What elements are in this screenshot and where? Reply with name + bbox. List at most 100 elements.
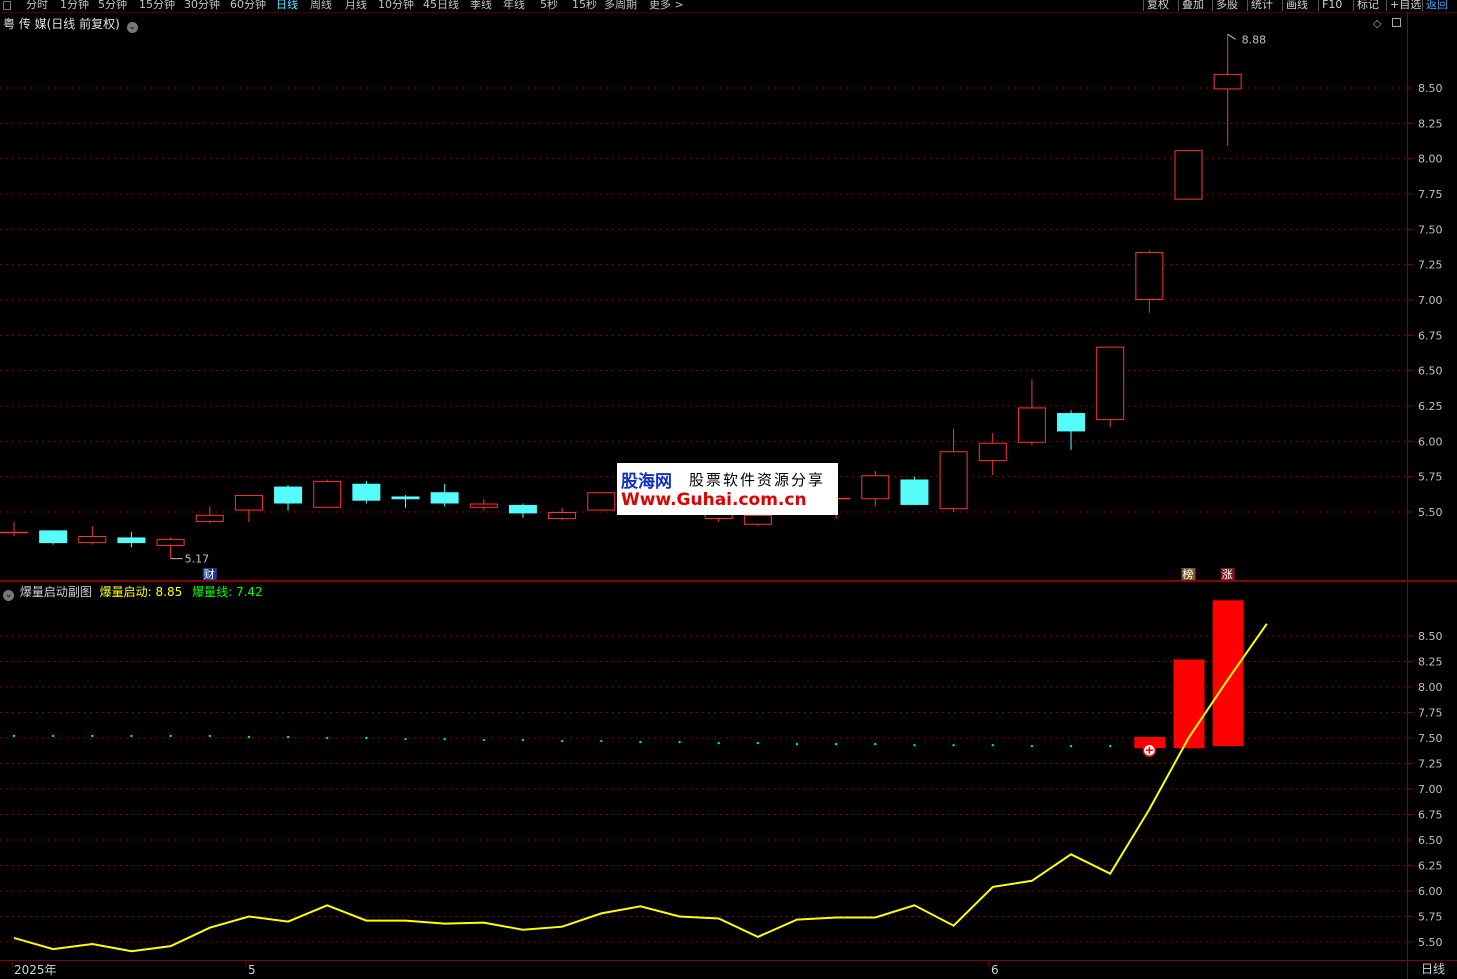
period-label[interactable]: 日线 xyxy=(1407,961,1457,979)
baoliang-line-point xyxy=(952,743,955,747)
maximize-icon[interactable] xyxy=(1392,18,1401,27)
indicator-tick-label: 6.75 xyxy=(1418,809,1443,822)
baoliang-line-point xyxy=(482,738,485,742)
indicator-tick-label: 7.50 xyxy=(1418,732,1443,745)
toolbar-button[interactable]: 标记 xyxy=(1353,0,1379,11)
baoliang-line-point xyxy=(91,734,94,738)
baoliang-line-point xyxy=(913,743,916,747)
candlestick xyxy=(978,432,1007,476)
baoliang-line-point xyxy=(678,740,681,744)
candle-body xyxy=(861,475,890,500)
candlestick xyxy=(352,480,381,504)
baoliang-line-point xyxy=(991,743,994,747)
date-label: 2025年 xyxy=(14,963,57,977)
candlestick xyxy=(1213,34,1242,146)
watermark-url: Www.Guhai.com.cn xyxy=(621,490,807,510)
period-tab[interactable]: 15秒 xyxy=(572,0,597,10)
period-tab[interactable]: 日线 xyxy=(276,0,298,10)
price-tick-label: 5.50 xyxy=(1418,506,1443,519)
baoliang-line-point xyxy=(1069,744,1073,748)
candlestick xyxy=(861,471,890,507)
candlestick xyxy=(743,513,772,527)
candlestick xyxy=(1057,410,1086,450)
period-tab[interactable]: 5秒 xyxy=(540,0,558,10)
price-tick-label: 7.00 xyxy=(1418,294,1443,307)
indicator-panel: ⌄ 爆量启动副图 爆量启动: 8.85 爆量线: 7.42 xyxy=(0,582,1407,960)
period-tab[interactable]: 5分钟 xyxy=(98,0,127,10)
candle-body xyxy=(39,530,68,544)
period-tab[interactable]: 10分钟 xyxy=(378,0,414,10)
candle-body xyxy=(313,480,342,508)
toolbar-button[interactable]: 多股 xyxy=(1212,0,1238,11)
price-tick-label: 6.25 xyxy=(1418,400,1443,413)
main-price-axis: 8.50 8.25 8.00 7.75 7.50 7.25 7.00 6.75 6.50 6.25… xyxy=(1407,12,1457,581)
candle-body xyxy=(587,492,616,511)
candle-body xyxy=(274,486,303,504)
indicator-tick-label: 6.50 xyxy=(1418,834,1443,847)
candle-body xyxy=(234,495,263,511)
candle-body xyxy=(391,496,420,500)
baoliang-line-point xyxy=(365,736,368,740)
toolbar-button[interactable]: 返回 xyxy=(1422,0,1448,11)
menu-grip-icon[interactable] xyxy=(3,1,11,10)
period-tab[interactable]: 60分钟 xyxy=(230,0,266,10)
candlestick xyxy=(234,495,263,522)
baoliang-line-point xyxy=(404,737,407,741)
candle-body xyxy=(743,514,772,525)
toolbar-button[interactable]: 统计 xyxy=(1247,0,1273,11)
price-tick-label: 6.00 xyxy=(1418,435,1443,448)
price-tick-label: 8.25 xyxy=(1418,117,1443,130)
candlestick xyxy=(900,476,929,505)
baoliang-line-point xyxy=(717,741,720,745)
toolbar-button[interactable]: +自选 xyxy=(1386,0,1421,11)
toolbar-button[interactable]: 叠加 xyxy=(1178,0,1204,11)
period-tab[interactable]: 1分钟 xyxy=(60,0,89,10)
baoliang-line-point xyxy=(795,742,799,746)
period-tab[interactable]: 年线 xyxy=(503,0,525,10)
toolbar-button[interactable]: 复权 xyxy=(1143,0,1169,11)
period-tab[interactable]: 周线 xyxy=(310,0,332,10)
price-tick-label: 5.75 xyxy=(1418,471,1443,484)
period-tab[interactable]: 15分钟 xyxy=(139,0,175,10)
candle-body xyxy=(900,479,929,505)
volume-burst-bar xyxy=(1212,600,1244,747)
period-tab[interactable]: 30分钟 xyxy=(184,0,220,10)
toolbar-button[interactable]: F10 xyxy=(1318,0,1342,11)
period-tab[interactable]: 分时 xyxy=(26,0,48,10)
baoliang-qidong-line xyxy=(13,623,1268,953)
candlestick xyxy=(1174,150,1203,200)
period-tab[interactable]: 季线 xyxy=(470,0,492,10)
high-pointer xyxy=(1227,33,1236,40)
candlestick xyxy=(274,485,303,511)
baoliang-line-point xyxy=(51,734,55,738)
date-axis-ticks: 2025年 5 6 xyxy=(11,961,999,977)
indicator-tick-label: 7.25 xyxy=(1418,758,1443,771)
candlestick xyxy=(548,507,577,521)
date-axis: 2025年 5 6 日线 xyxy=(0,960,1457,979)
candle-body xyxy=(352,483,381,501)
baoliang-line-point xyxy=(874,742,877,746)
candlestick xyxy=(156,537,185,559)
period-tab[interactable]: 月线 xyxy=(345,0,367,10)
baoliang-line-point xyxy=(834,742,838,746)
candle-body xyxy=(1213,73,1242,90)
candle-body xyxy=(978,442,1007,462)
toolbar-button[interactable]: 画线 xyxy=(1282,0,1308,11)
baoliang-line-point xyxy=(443,737,446,741)
watermark-slogan: 股票软件资源分享 xyxy=(689,471,826,489)
indicator-chart[interactable] xyxy=(0,582,1407,960)
candle-body xyxy=(508,504,537,514)
candlestick xyxy=(1017,379,1046,446)
volume-burst-bar xyxy=(1173,659,1205,749)
candle-body xyxy=(156,538,185,546)
period-tab[interactable]: 多周期 xyxy=(604,0,637,10)
period-tab[interactable]: 更多 > xyxy=(649,0,684,10)
high-price-label: 8.88 xyxy=(1242,33,1267,46)
baoliang-line-point xyxy=(1109,744,1112,748)
diamond-icon[interactable]: ◇ xyxy=(1373,17,1381,30)
indicator-tick-label: 7.75 xyxy=(1418,707,1443,720)
candlestick xyxy=(195,506,224,524)
baoliang-line-point xyxy=(326,736,329,740)
indicator-tick-label: 7.00 xyxy=(1418,783,1443,796)
period-tab[interactable]: 45日线 xyxy=(423,0,459,10)
